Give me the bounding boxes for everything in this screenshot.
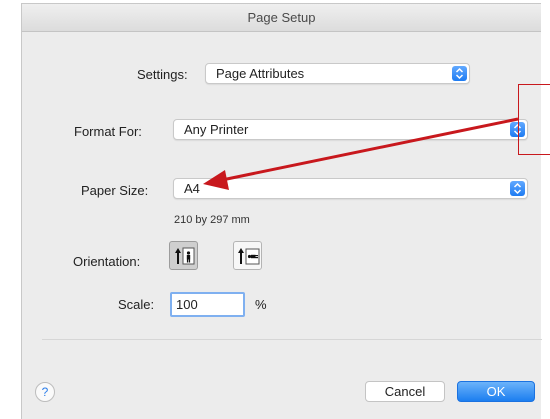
annotation-arrow-icon	[203, 117, 519, 190]
